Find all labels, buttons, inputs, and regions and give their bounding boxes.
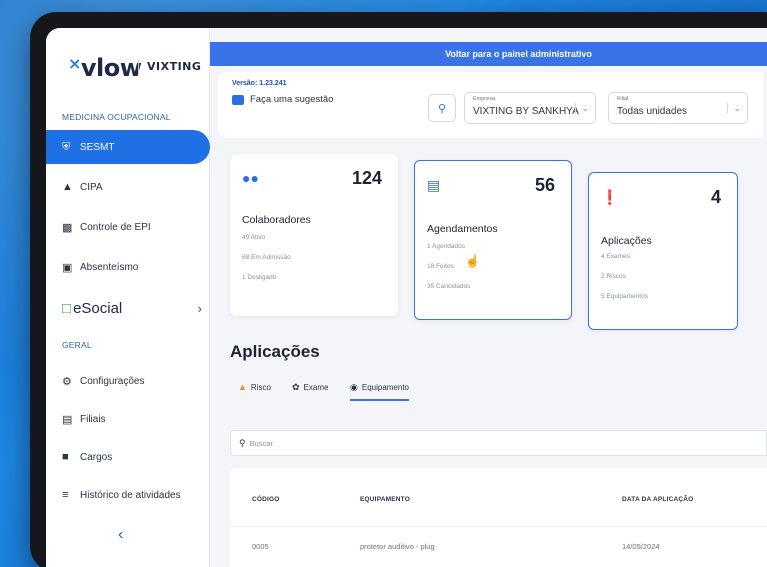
sidebar-item-label: CIPA	[80, 181, 103, 193]
table-cell-equipamento[interactable]: protetor auditivo - plug	[360, 542, 435, 551]
sidebar-item-cargos[interactable]: ■ Cargos	[46, 440, 210, 474]
logo-row: ×vlow VIXTING	[46, 54, 210, 94]
sidebar-item-absenteismo[interactable]: ▣ Absenteísmo	[46, 250, 210, 284]
warning-icon: ▲	[238, 382, 247, 392]
alert-icon: ❗	[601, 189, 619, 205]
card-count: 4	[710, 187, 721, 207]
empresa-select[interactable]: Empresa VIXTING BY SANKHYA ⌄	[464, 92, 596, 124]
calendar-icon: ▤	[427, 177, 441, 193]
vlow-logo[interactable]: ×vlow	[68, 54, 142, 82]
section-label-geral: GERAL	[62, 340, 92, 350]
chevron-down-icon: ⌄	[727, 103, 741, 114]
column-header-equipamento: EQUIPAMENTO	[360, 496, 410, 503]
card-aplicacoes[interactable]: ❗ 4 Aplicações 4 Exames 2 Riscos 5 Equip…	[588, 172, 738, 330]
version-label: Versão: 1.23.241	[232, 80, 287, 87]
table-divider	[230, 526, 767, 527]
hard-hat-icon: ▲	[62, 181, 73, 193]
card-line: 1 Agendados	[427, 243, 465, 250]
stethoscope-icon: ✿	[292, 382, 300, 392]
sidebar-item-label: Absenteísmo	[80, 261, 139, 273]
suggestion-label: Faça uma sugestão	[250, 94, 334, 105]
card-title: Colaboradores	[242, 214, 311, 226]
header-panel: Versão: 1.23.241 Faça uma sugestão ⚲ Emp…	[218, 72, 763, 138]
sidebar-item-label: Configurações	[80, 375, 145, 387]
sidebar-item-label: Histórico de atividades	[80, 489, 181, 501]
tab-label: Equipamento	[361, 383, 410, 392]
sidebar-item-filiais[interactable]: ▤ Filiais	[46, 402, 210, 436]
card-line: 68 Em Admissão	[242, 254, 291, 261]
search-button[interactable]: ⚲	[428, 94, 456, 122]
list-icon: ≡	[62, 489, 69, 501]
table-cell-data[interactable]: 14/05/2024	[622, 542, 660, 551]
chat-icon	[232, 94, 244, 105]
factory-icon: ▩	[62, 221, 73, 234]
empresa-label: Empresa	[473, 96, 496, 102]
suggestion-link[interactable]: Faça uma sugestão	[232, 94, 333, 105]
sidebar-item-historico[interactable]: ≡ Histórico de atividades	[46, 478, 210, 512]
tab-equipamento[interactable]: ◉ Equipamento	[350, 382, 410, 401]
card-line: 5 Equipamentos	[601, 293, 648, 300]
section-label-medicina: MEDICINA OCUPACIONAL	[62, 112, 171, 122]
column-header-data: DATA DA APLICAÇÃO	[622, 496, 694, 503]
card-line: 35 Cancelados	[427, 283, 471, 290]
card-agendamentos[interactable]: ▤ 56 Agendamentos 1 Agendados 18 Feitos …	[414, 160, 572, 320]
empresa-value: VIXTING BY SANKHYA	[473, 106, 579, 117]
briefcase-icon: ■	[62, 451, 69, 463]
chevron-right-icon: ›	[197, 301, 202, 316]
building-icon: ▤	[62, 413, 73, 426]
back-to-admin-bar[interactable]: Voltar para o painel administrativo	[210, 42, 767, 66]
table-cell-codigo[interactable]: 0005	[252, 542, 269, 551]
sidebar-item-esocial[interactable]: □ eSocial ›	[62, 300, 202, 317]
document-icon: ▣	[62, 261, 73, 274]
gear-icon: ⚙	[62, 375, 72, 388]
card-line: 2 Riscos	[601, 273, 626, 280]
mouse-cursor-icon: ☝	[465, 254, 480, 268]
filial-value: Todas unidades	[617, 106, 688, 117]
vixting-logo: VIXTING	[138, 60, 201, 73]
tab-risco[interactable]: ▲ Risco	[238, 382, 271, 392]
section-title: Aplicações	[230, 342, 320, 361]
tab-exame[interactable]: ✿ Exame	[292, 382, 328, 393]
card-count: 56	[534, 175, 555, 195]
tab-label: Risco	[250, 382, 271, 392]
sidebar-item-label: Filiais	[80, 413, 106, 425]
filial-select[interactable]: Filial Todas unidades ⌄	[608, 92, 748, 124]
card-title: Agendamentos	[427, 223, 498, 235]
helmet-icon: ◉	[350, 382, 358, 392]
column-header-codigo: CÓDIGO	[252, 496, 280, 503]
card-colaboradores[interactable]: ●● 124 Colaboradores 49 Ativo 68 Em Admi…	[230, 154, 398, 316]
sidebar-item-label: Cargos	[80, 451, 113, 463]
sidebar-item-label: Controle de EPI	[80, 221, 151, 233]
people-icon: ●●	[242, 170, 259, 186]
search-placeholder: Buscar	[249, 438, 273, 448]
chevron-down-icon: ⌄	[575, 103, 589, 114]
search-icon: ⚲	[437, 102, 447, 115]
shield-icon: ⛨	[62, 140, 71, 153]
equipamentos-table: CÓDIGO EQUIPAMENTO DATA DA APLICAÇÃO 000…	[230, 468, 767, 567]
card-count: 124	[351, 168, 382, 188]
collapse-sidebar-button[interactable]: ‹	[118, 526, 123, 544]
card-line: 18 Feitos	[427, 263, 454, 270]
card-line: 1 Desligado	[242, 274, 277, 281]
sidebar: ×vlow VIXTING MEDICINA OCUPACIONAL ⛨ SES…	[46, 28, 210, 567]
sidebar-item-configuracoes[interactable]: ⚙ Configurações	[46, 364, 210, 398]
sidebar-item-sesmt[interactable]: ⛨ SESMT	[46, 130, 210, 164]
esocial-icon: □	[62, 300, 72, 317]
sidebar-item-controle-epi[interactable]: ▩ Controle de EPI	[46, 210, 210, 244]
search-icon: ⚲	[239, 437, 246, 448]
sidebar-item-label: SESMT	[80, 141, 115, 153]
tab-label: Exame	[303, 383, 329, 392]
card-line: 49 Ativo	[242, 234, 266, 241]
card-line: 4 Exames	[601, 253, 630, 260]
card-title: Aplicações	[601, 235, 652, 247]
sidebar-item-cipa[interactable]: ▲ CIPA	[46, 170, 210, 204]
filial-label: Filial	[617, 96, 629, 102]
search-input[interactable]: ⚲ Buscar	[230, 430, 767, 456]
esocial-label: eSocial	[73, 300, 123, 317]
app-screen: ×vlow VIXTING MEDICINA OCUPACIONAL ⛨ SES…	[46, 28, 767, 567]
